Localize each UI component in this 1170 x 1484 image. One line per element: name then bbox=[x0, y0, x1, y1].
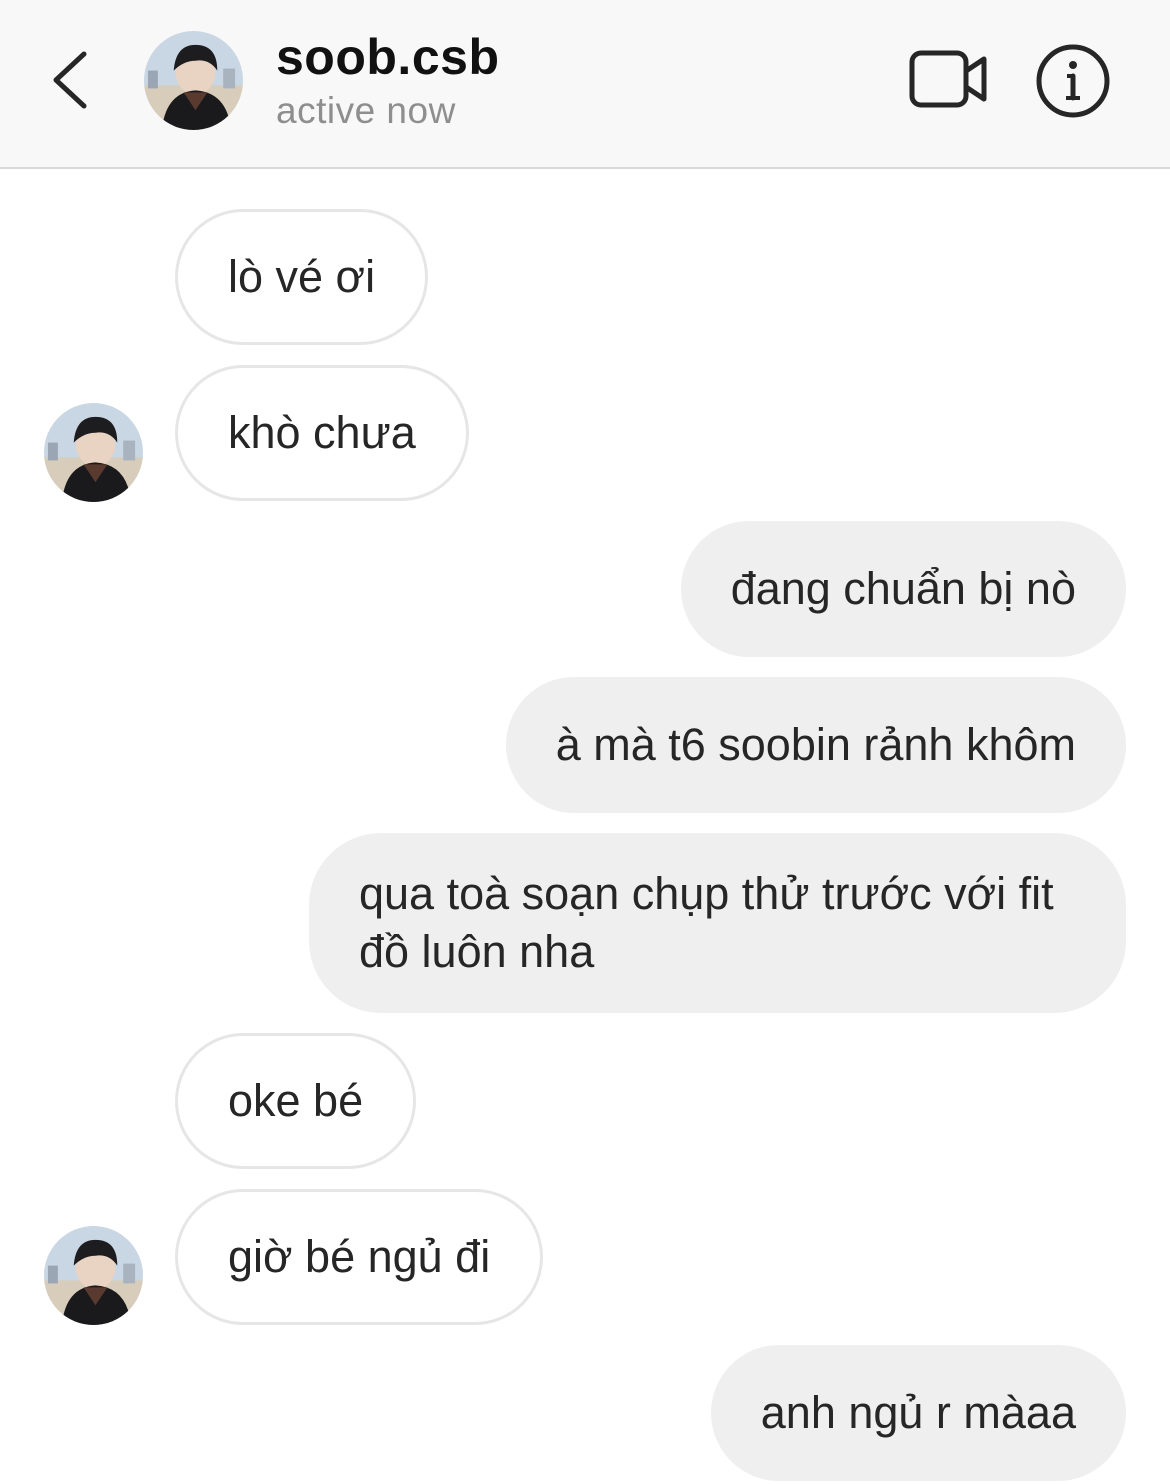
message-bubble-incoming[interactable]: giờ bé ngủ đi bbox=[175, 1189, 544, 1325]
chat-header: soob.csb active now bbox=[0, 0, 1170, 169]
back-button[interactable] bbox=[40, 40, 100, 120]
message-bubble-incoming[interactable]: oke bé bbox=[175, 1033, 417, 1169]
message-bubble-incoming[interactable]: lò vé ơi bbox=[175, 209, 429, 345]
sender-avatar[interactable] bbox=[44, 403, 143, 502]
message-text: oke bé bbox=[228, 1075, 364, 1126]
chat-username[interactable]: soob.csb bbox=[276, 28, 499, 86]
message-text: qua toà soạn chụp thử trước với fit đồ l… bbox=[359, 868, 1054, 977]
video-camera-icon bbox=[909, 50, 987, 108]
message-bubble-outgoing[interactable]: đang chuẩn bị nò bbox=[680, 521, 1126, 657]
chevron-left-icon bbox=[53, 51, 87, 109]
sender-avatar[interactable] bbox=[44, 1226, 143, 1325]
message-text: giờ bé ngủ đi bbox=[228, 1231, 491, 1282]
video-call-button[interactable] bbox=[906, 46, 990, 112]
message-bubble-incoming[interactable]: khò chưa bbox=[175, 365, 469, 501]
info-button[interactable] bbox=[1034, 42, 1112, 120]
message-text: anh ngủ r màaa bbox=[760, 1387, 1076, 1438]
info-icon bbox=[1036, 44, 1110, 118]
header-avatar[interactable] bbox=[144, 31, 243, 130]
message-text: à mà t6 soobin rảnh khôm bbox=[555, 719, 1076, 770]
message-text: khò chưa bbox=[228, 407, 416, 458]
message-bubble-outgoing[interactable]: à mà t6 soobin rảnh khôm bbox=[505, 677, 1126, 813]
message-text: đang chuẩn bị nò bbox=[730, 563, 1076, 614]
message-text: lò vé ơi bbox=[228, 251, 376, 302]
message-bubble-outgoing[interactable]: anh ngủ r màaa bbox=[710, 1345, 1126, 1481]
message-bubble-outgoing[interactable]: qua toà soạn chụp thử trước với fit đồ l… bbox=[309, 833, 1126, 1013]
active-status: active now bbox=[276, 90, 456, 131]
